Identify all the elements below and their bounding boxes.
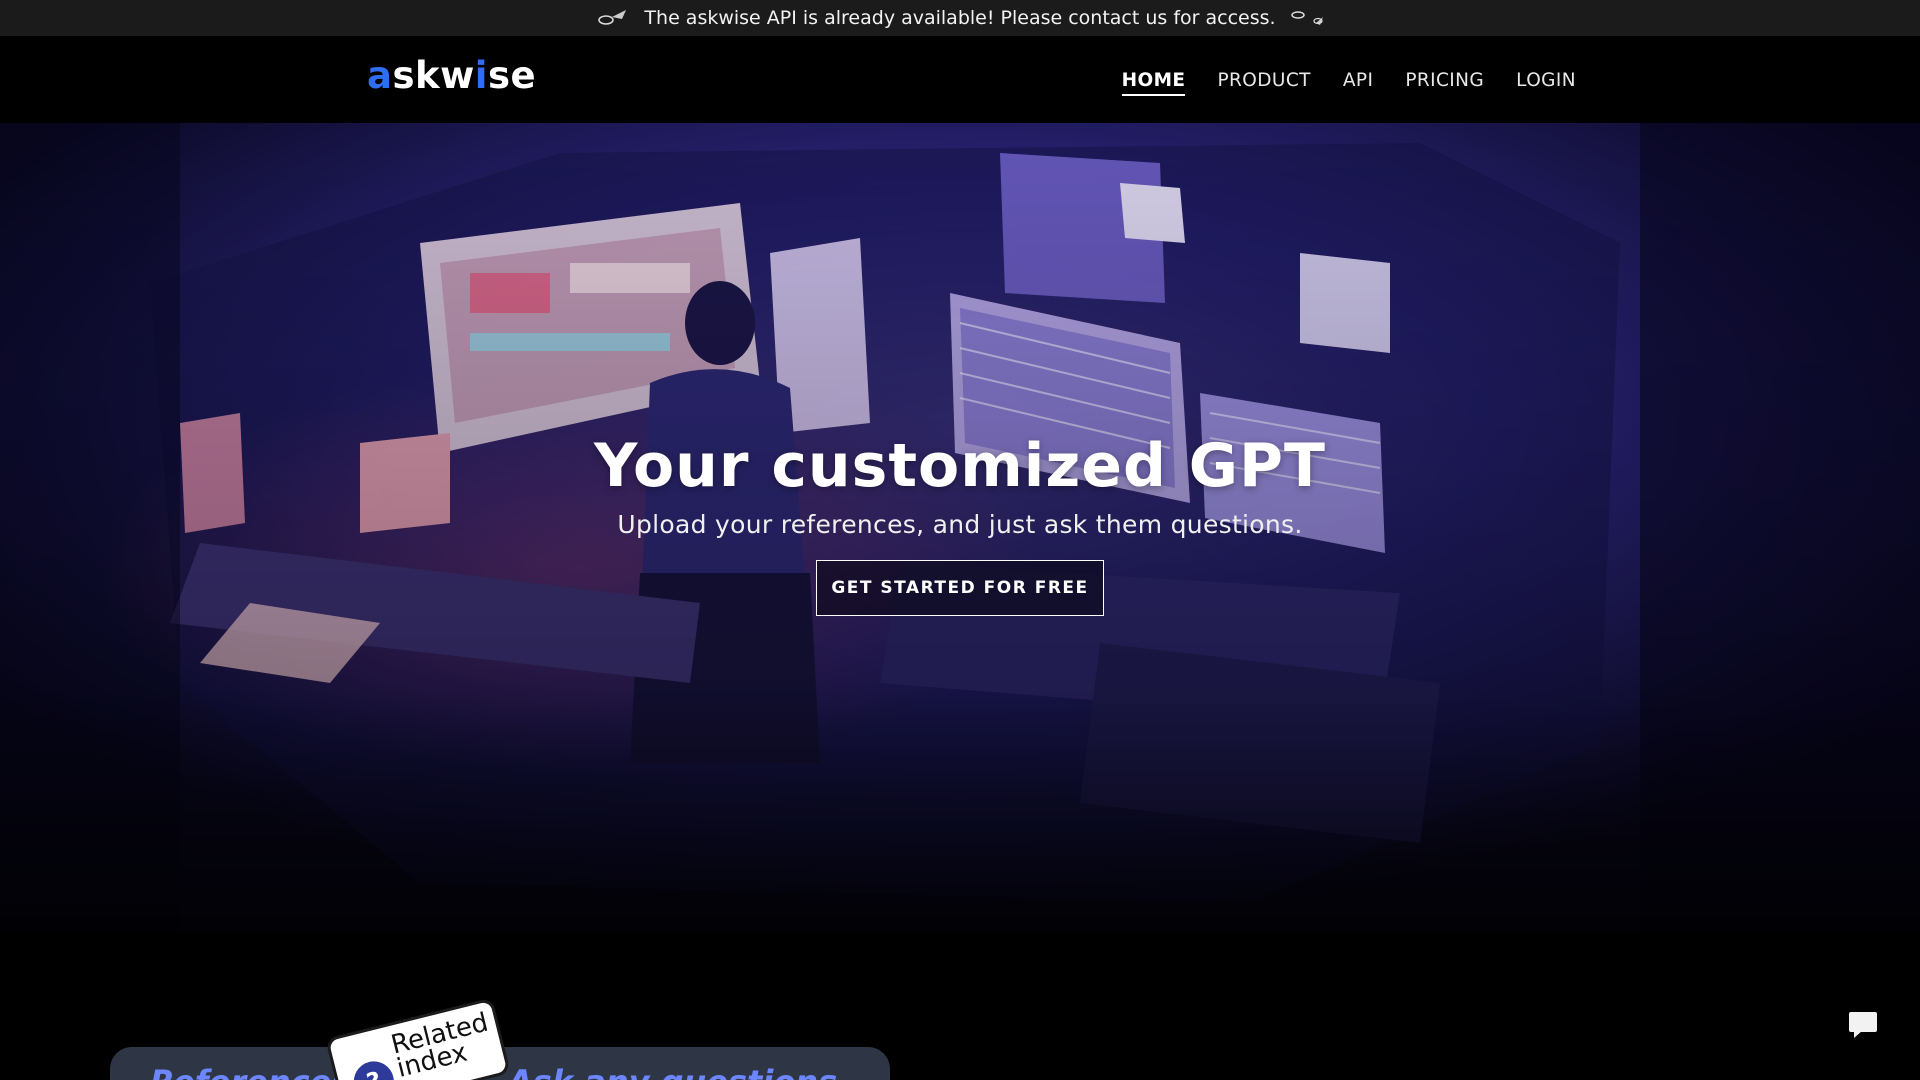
rocket-icon xyxy=(1290,7,1324,29)
get-started-button[interactable]: GET STARTED FOR FREE xyxy=(816,560,1104,616)
preview-references-text: References xyxy=(150,1063,350,1080)
hero-subtitle: Upload your references, and just ask the… xyxy=(617,510,1303,539)
announcement-text: The askwise API is already available! Pl… xyxy=(644,7,1276,29)
hero-section: Your customized GPT Upload your referenc… xyxy=(0,123,1920,933)
announcement-bar: The askwise API is already available! Pl… xyxy=(0,0,1920,36)
preview-ask-text: Ask any questions xyxy=(508,1063,837,1080)
main-nav: HOME PRODUCT API PRICING LOGIN xyxy=(1121,70,1576,96)
nav-login[interactable]: LOGIN xyxy=(1516,70,1576,96)
question-icon: ? xyxy=(349,1057,399,1080)
chat-bubble-icon[interactable] xyxy=(1848,1010,1878,1040)
hero-title: Your customized GPT xyxy=(594,431,1326,501)
related-index-label: Related index xyxy=(388,1007,492,1080)
askwise-logo[interactable]: askwise xyxy=(367,54,536,97)
rocket-icon xyxy=(596,7,630,29)
nav-home[interactable]: HOME xyxy=(1121,70,1186,96)
site-header: askwise HOME PRODUCT API PRICING LOGIN xyxy=(0,36,1920,123)
related-index-tag: ? Related index xyxy=(325,997,511,1080)
nav-pricing[interactable]: PRICING xyxy=(1405,70,1484,96)
nav-api[interactable]: API xyxy=(1343,70,1373,96)
nav-product[interactable]: PRODUCT xyxy=(1217,70,1310,96)
